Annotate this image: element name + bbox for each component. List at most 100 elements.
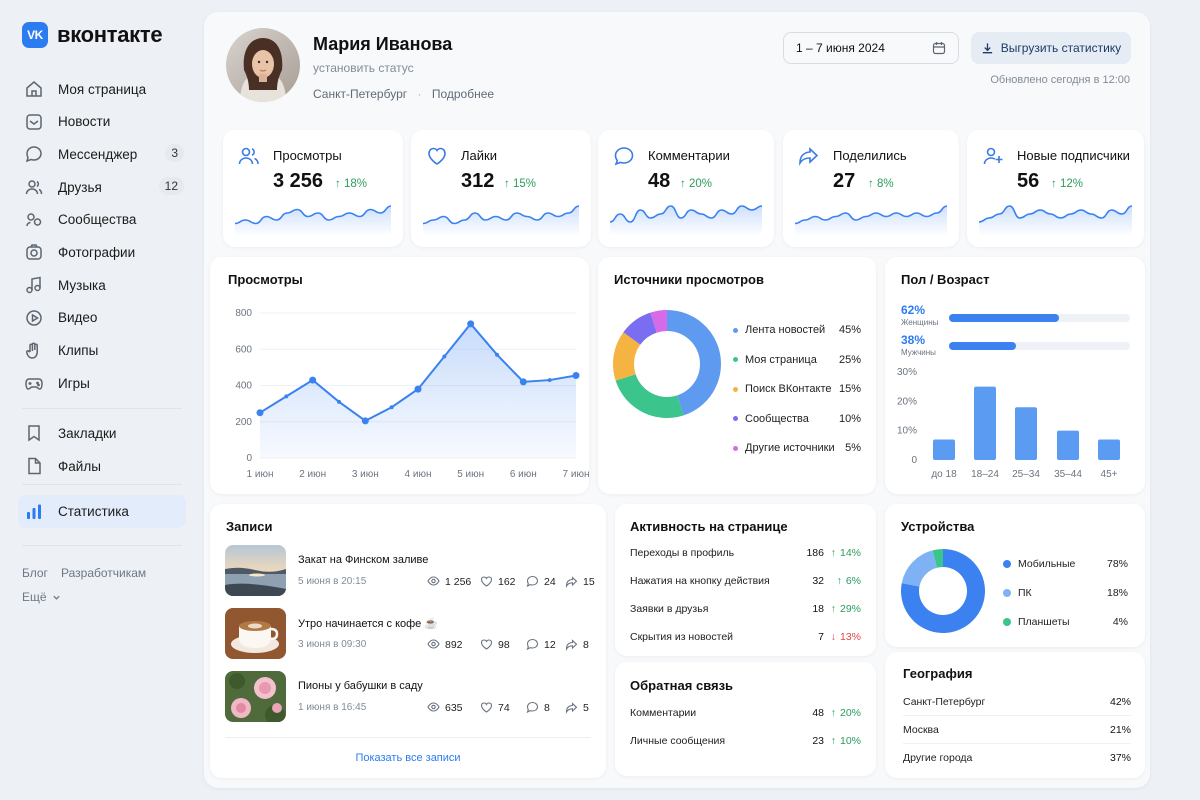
sparkline [979, 205, 1132, 236]
age-bar-chart: 0 10% 20% 30% до 18 18–24 25–34 35–44 45+ [897, 367, 1120, 480]
data-point[interactable] [389, 405, 394, 410]
gamepad-icon [25, 378, 43, 390]
data-point[interactable] [414, 385, 422, 393]
post-title[interactable]: Утро начинается с кофе ☕ [298, 617, 438, 630]
bookmark-icon [28, 425, 40, 442]
legend-label: ПК [1018, 587, 1032, 599]
sidebar-item-bookmarks[interactable]: Закладки [18, 417, 186, 449]
metric-card-views[interactable]: Просмотры 3 256 ↑ 18% [223, 130, 403, 247]
metric-card-likes[interactable]: Лайки 312 ↑ 15% [411, 130, 591, 247]
metric-card-comments[interactable]: Комментарии 48 ↑ 20% [598, 130, 774, 247]
sidebar-item-label: Файлы [58, 458, 101, 474]
donut-slice[interactable] [615, 374, 684, 418]
stat-row-label: Комментарии [630, 707, 697, 719]
clips-icon [25, 342, 38, 359]
footer-link-developers[interactable]: Разработчикам [61, 566, 146, 580]
data-point[interactable] [284, 394, 289, 399]
sidebar-item-label: Видео [58, 310, 98, 326]
show-all-posts-link[interactable]: Показать все записи [210, 752, 606, 764]
sidebar-item-photos[interactable]: Фотографии [18, 236, 186, 268]
post-thumbnail[interactable] [225, 545, 286, 596]
stat-row-delta-value: 14% [839, 547, 861, 559]
sidebar-item-label: Моя страница [58, 81, 147, 97]
post-title[interactable]: Пионы у бабушки в саду [298, 680, 423, 692]
data-point[interactable] [495, 352, 499, 357]
share-icon [799, 147, 819, 167]
sidebar-item-music[interactable]: Музыка [18, 269, 186, 301]
metric-card-shares[interactable]: Поделились 27 ↑ 8% [783, 130, 959, 247]
post-stat-comments: 12 [526, 638, 556, 651]
post-thumbnail[interactable] [225, 608, 286, 659]
metric-card-new-subscribers[interactable]: Новые подписчики 56 ↑ 12% [967, 130, 1144, 247]
export-stats-button[interactable]: Выгрузить статистику [971, 32, 1131, 64]
metric-label: Комментарии [648, 148, 730, 163]
age-bar[interactable] [933, 439, 955, 460]
age-bar[interactable] [974, 386, 996, 460]
x-tick-label: 5 июн [457, 469, 484, 480]
x-tick-label: 2 июн [299, 469, 326, 480]
data-point[interactable] [547, 378, 552, 383]
sidebar-item-my-page[interactable]: Моя страница [18, 73, 186, 105]
sidebar-item-friends[interactable]: Друзья 12 [18, 171, 186, 203]
sidebar-item-label: Друзья [58, 179, 102, 195]
data-point[interactable] [467, 320, 475, 328]
stats-icon [27, 504, 41, 519]
data-point[interactable] [361, 417, 369, 425]
profile-more-link[interactable]: Подробнее [432, 87, 494, 101]
device-legend-item[interactable]: Планшеты 4% [1003, 616, 1128, 628]
y-tick-label: 30% [897, 367, 917, 378]
footer-link-blog[interactable]: Блог [22, 566, 48, 580]
donut-slice[interactable] [901, 550, 938, 587]
brand-logo[interactable]: VK вконтакте [22, 22, 163, 48]
stat-row-delta-value: 10% [839, 735, 861, 747]
data-point[interactable] [519, 378, 527, 386]
data-point[interactable] [309, 376, 317, 384]
data-point[interactable] [337, 399, 341, 404]
sidebar-item-communities[interactable]: Сообщества [18, 204, 186, 236]
stat-row-delta: ↑ 29% [825, 603, 861, 615]
sidebar-item-files[interactable]: Файлы [18, 450, 186, 482]
footer-more-menu[interactable]: Ещё [22, 590, 61, 604]
legend-item[interactable]: Сообщества 10% [733, 413, 861, 425]
device-legend-item[interactable]: ПК 18% [1003, 587, 1128, 599]
sidebar-item-label: Мессенджер [58, 146, 138, 162]
sidebar-item-news[interactable]: Новости [18, 106, 186, 138]
date-range-picker[interactable]: 1 – 7 июня 2024 [783, 32, 959, 64]
legend-item[interactable]: Моя страница 25% [733, 354, 861, 366]
sidebar-item-clips[interactable]: Клипы [18, 335, 186, 367]
y-tick-label: 20% [897, 396, 917, 407]
video-icon [26, 310, 42, 326]
user-plus-icon [983, 147, 1003, 165]
set-status-link[interactable]: установить статус [313, 61, 414, 75]
device-legend-item[interactable]: Мобильные 78% [1003, 558, 1128, 570]
age-bar[interactable] [1015, 407, 1037, 460]
avatar[interactable] [226, 28, 300, 102]
stat-row-delta: ↑ 20% [825, 707, 861, 719]
post-title[interactable]: Закат на Финском заливе [298, 554, 428, 566]
age-bar[interactable] [1098, 439, 1120, 460]
post-stat-comments: 24 [526, 575, 556, 588]
feedback-title: Обратная связь [630, 678, 734, 693]
legend-item[interactable]: Другие источники 5% [733, 442, 861, 454]
legend-item[interactable]: Лента новостей 45% [733, 324, 861, 336]
data-point[interactable] [572, 372, 580, 380]
sidebar-divider [22, 484, 182, 485]
stat-row-label: Заявки в друзья [630, 603, 709, 615]
sidebar-item-games[interactable]: Игры [18, 367, 186, 399]
post-stat-value: 8 [583, 638, 589, 651]
age-bar[interactable] [1057, 430, 1079, 460]
sidebar-item-statistics[interactable]: Статистика [18, 495, 186, 528]
arrow-up-icon: ↑ [830, 707, 836, 719]
legend-item[interactable]: Поиск ВКонтакте 15% [733, 383, 861, 395]
stat-row-delta-value: 13% [839, 631, 861, 643]
data-point[interactable] [256, 409, 264, 417]
sidebar-item-video[interactable]: Видео [18, 302, 186, 334]
post-date: 3 июня в 09:30 [298, 639, 367, 650]
stat-row-delta-value: 6% [845, 575, 861, 587]
data-point[interactable] [442, 354, 447, 359]
sidebar-item-messenger[interactable]: Мессенджер 3 [18, 138, 186, 170]
calendar-icon [932, 42, 946, 55]
geo-divider [903, 743, 1131, 744]
post-thumbnail[interactable] [225, 671, 286, 722]
sparkline-area [795, 206, 947, 236]
